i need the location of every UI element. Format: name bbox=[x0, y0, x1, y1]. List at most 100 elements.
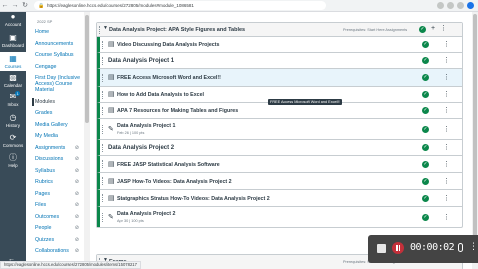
course-nav-course-syllabus[interactable]: Course Syllabus bbox=[35, 52, 82, 64]
module-item-title[interactable]: Video Discussing Data Analysis Projects bbox=[117, 42, 219, 48]
global-nav-commons[interactable]: ⟳ Commons bbox=[0, 133, 26, 148]
global-nav-courses[interactable]: ▦ Courses bbox=[0, 52, 26, 71]
reload-icon[interactable]: ↻ bbox=[20, 1, 30, 11]
module-data-analysis: ▼ Data Analysis Project: APA Style Figur… bbox=[96, 22, 463, 228]
more-options-icon[interactable]: ⋮ bbox=[469, 241, 478, 252]
back-icon[interactable]: ← bbox=[0, 1, 10, 11]
microphone-icon[interactable] bbox=[458, 243, 463, 252]
module-item-assignment[interactable]: ✎ Data Analysis Project 1 Feb 26 | 100 p… bbox=[97, 119, 462, 140]
item-menu-icon[interactable]: ⋮ bbox=[443, 126, 450, 134]
help-icon: ⓘ bbox=[9, 153, 17, 162]
course-nav-syllabus[interactable]: Syllabus ⊘ bbox=[35, 168, 82, 180]
stop-recording-button[interactable] bbox=[377, 244, 386, 253]
item-menu-icon[interactable]: ⋮ bbox=[443, 41, 450, 49]
drag-handle-icon[interactable] bbox=[102, 177, 104, 185]
drag-handle-icon[interactable] bbox=[102, 213, 104, 222]
scrollbar-thumb[interactable] bbox=[85, 15, 89, 123]
global-nav-history[interactable]: ◷ History bbox=[0, 113, 26, 128]
hidden-eye-icon: ⊘ bbox=[74, 213, 79, 220]
module-item-title[interactable]: Data Analysis Project 1 bbox=[117, 123, 175, 129]
extension-icon[interactable] bbox=[457, 2, 464, 9]
module-item-title[interactable]: JASP How-To Videos: Data Analysis Projec… bbox=[117, 179, 232, 185]
course-nav-people[interactable]: People ⊘ bbox=[35, 225, 82, 237]
course-nav-files[interactable]: Files ⊘ bbox=[35, 202, 82, 214]
module-item-page[interactable]: ▤ APA 7 Resources for Making Tables and … bbox=[97, 103, 462, 119]
module-item-page[interactable]: ▤ FREE JASP Statistical Analysis Softwar… bbox=[97, 156, 462, 173]
course-nav-quizzes[interactable]: Quizzes ⊘ bbox=[35, 237, 82, 249]
item-menu-icon[interactable]: ⋮ bbox=[443, 57, 450, 65]
course-nav-home[interactable]: Home bbox=[35, 29, 82, 41]
course-nav-label: Assignments bbox=[35, 144, 66, 151]
module-item-subheader: Data Analysis Project 1 ✓ ⋮ bbox=[97, 53, 462, 69]
course-nav-outcomes[interactable]: Outcomes ⊘ bbox=[35, 214, 82, 226]
forward-icon[interactable]: → bbox=[10, 1, 20, 11]
item-menu-icon[interactable]: ⋮ bbox=[443, 214, 450, 222]
module-item-title[interactable]: FREE JASP Statistical Analysis Software bbox=[117, 162, 220, 168]
course-nav-collaborations[interactable]: Collaborations ⊘ bbox=[35, 248, 82, 260]
drag-handle-icon[interactable] bbox=[102, 125, 104, 134]
pause-recording-button[interactable] bbox=[392, 242, 404, 254]
drag-handle-icon[interactable] bbox=[102, 144, 104, 152]
drag-handle-icon[interactable] bbox=[102, 194, 104, 202]
global-nav-label: History bbox=[5, 123, 20, 128]
global-nav-help[interactable]: ⓘ Help bbox=[0, 153, 26, 168]
course-nav-label: Collaborations bbox=[35, 248, 69, 254]
global-nav-dashboard[interactable]: ▣ Dashboard bbox=[0, 33, 26, 48]
drag-handle-icon[interactable] bbox=[102, 91, 104, 99]
module-item-title[interactable]: APA 7 Resources for Making Tables and Fi… bbox=[117, 108, 238, 114]
global-nav-account[interactable]: ● Account bbox=[0, 12, 26, 27]
module-item-page[interactable]: ▤ FREE Access Microsoft Word and Excel!!… bbox=[97, 69, 462, 87]
course-nav-my-media[interactable]: My Media bbox=[35, 133, 82, 145]
course-nav-assignments[interactable]: Assignments ⊘ bbox=[35, 145, 82, 157]
course-nav-modules[interactable]: Modules bbox=[32, 97, 82, 111]
item-menu-icon[interactable]: ⋮ bbox=[443, 178, 450, 186]
module-menu-icon[interactable]: ⋮ bbox=[440, 25, 447, 33]
module-item-title[interactable]: FREE Access Microsoft Word and Excel!! bbox=[117, 75, 221, 81]
item-menu-icon[interactable]: ⋮ bbox=[443, 107, 450, 115]
hidden-eye-icon: ⊘ bbox=[74, 225, 79, 231]
module-item-meta: Feb 26 | 100 pts bbox=[117, 131, 145, 135]
module-header[interactable]: ▼ Data Analysis Project: APA Style Figur… bbox=[97, 23, 462, 37]
complete-check-icon: ✓ bbox=[422, 126, 429, 133]
drag-handle-icon[interactable] bbox=[99, 26, 101, 34]
course-nav-rubrics[interactable]: Rubrics ⊘ bbox=[35, 179, 82, 191]
module-item-page[interactable]: ▤ JASP How-To Videos: Data Analysis Proj… bbox=[97, 173, 462, 190]
module-item-page[interactable]: ▤ Video Discussing Data Analysis Project… bbox=[97, 37, 462, 53]
course-nav-cengage[interactable]: Cengage bbox=[35, 64, 82, 76]
course-nav-grades[interactable]: Grades bbox=[35, 110, 82, 122]
global-nav-inbox[interactable]: ✉ 1 Inbox bbox=[0, 91, 26, 107]
course-nav-discussions[interactable]: Discussions ⊘ bbox=[35, 156, 82, 168]
item-menu-icon[interactable]: ⋮ bbox=[443, 91, 450, 99]
address-bar[interactable]: 🔒 https://eaglesonline.hccs.edu/courses/… bbox=[34, 1, 326, 10]
course-nav-label: Quizzes bbox=[35, 236, 55, 243]
item-menu-icon[interactable]: ⋮ bbox=[443, 195, 450, 203]
module-item-page[interactable]: ▤ Statgraphics Stratus How-To Videos: Da… bbox=[97, 190, 462, 207]
course-nav-announcements[interactable]: Announcements bbox=[35, 41, 82, 53]
course-nav-first-day[interactable]: First Day (Inclusive Access) Course Mate… bbox=[35, 75, 82, 99]
global-nav-calendar[interactable]: ▩ Calendar bbox=[0, 73, 26, 88]
course-nav-pages[interactable]: Pages ⊘ bbox=[35, 191, 82, 203]
extension-icon[interactable] bbox=[437, 2, 444, 9]
item-menu-icon[interactable]: ⋮ bbox=[443, 144, 450, 152]
module-item-title[interactable]: How to Add Data Analysis to Excel bbox=[117, 92, 204, 98]
item-menu-icon[interactable]: ⋮ bbox=[443, 74, 450, 82]
module-item-title[interactable]: Data Analysis Project 2 bbox=[117, 211, 175, 217]
calendar-icon: ▩ bbox=[9, 73, 17, 82]
add-item-icon[interactable]: + bbox=[431, 25, 435, 33]
drag-handle-icon[interactable] bbox=[102, 107, 104, 115]
drag-handle-icon[interactable] bbox=[102, 160, 104, 168]
item-menu-icon[interactable]: ⋮ bbox=[443, 161, 450, 169]
drag-handle-icon[interactable] bbox=[102, 74, 104, 82]
drag-handle-icon[interactable] bbox=[102, 57, 104, 65]
drag-handle-icon[interactable] bbox=[102, 41, 104, 49]
scrollbar-thumb[interactable] bbox=[473, 14, 477, 259]
page-scrollbar[interactable] bbox=[472, 12, 478, 269]
module-item-title[interactable]: Statgraphics Stratus How-To Videos: Data… bbox=[117, 196, 270, 202]
extension-icon[interactable] bbox=[447, 2, 454, 9]
url-text: https://eaglesonline.hccs.edu/courses/27… bbox=[47, 3, 194, 8]
module-item-assignment[interactable]: ✎ Data Analysis Project 2 Apr 30 | 100 p… bbox=[97, 207, 462, 227]
profile-avatar[interactable] bbox=[467, 2, 474, 9]
global-nav-label: Calendar bbox=[3, 83, 23, 88]
collapse-module-icon[interactable]: ▼ bbox=[103, 25, 108, 31]
course-nav-media-gallery[interactable]: Media Gallery bbox=[35, 122, 82, 134]
